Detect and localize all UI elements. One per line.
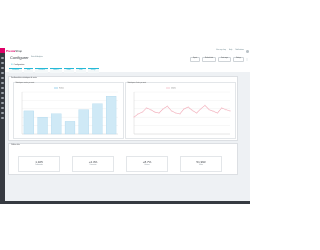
bar bbox=[92, 103, 103, 135]
point bbox=[187, 106, 189, 108]
point bbox=[208, 108, 210, 111]
tab-customers[interactable]: Customers bbox=[35, 68, 49, 73]
footer-bar bbox=[5, 201, 250, 204]
stat-value: 51,993 bbox=[196, 159, 206, 164]
sidebar-icon-advanced[interactable] bbox=[1, 117, 4, 119]
tab-dashboard[interactable]: Dashboard bbox=[9, 68, 22, 73]
breadcrumb[interactable]: Stats & Analytics bbox=[31, 57, 43, 58]
sidebar-icon-settings[interactable] bbox=[1, 112, 4, 114]
tab-products[interactable]: Products bbox=[50, 68, 62, 73]
date-range-button[interactable]: Date range bbox=[218, 57, 231, 62]
point bbox=[183, 108, 185, 110]
point bbox=[225, 108, 227, 111]
point bbox=[133, 116, 135, 118]
bar bbox=[78, 109, 89, 135]
legend-label: Ventes bbox=[59, 87, 64, 90]
point bbox=[204, 104, 206, 107]
point bbox=[170, 110, 173, 112]
point bbox=[154, 111, 156, 113]
key-figures-card: Chiffres clés 1,325 Commandes +2.3% Conv… bbox=[8, 143, 238, 175]
card-title: Dashboard des statistiques de vente bbox=[11, 77, 37, 79]
tabs-row: ⚙Configuration Dashboard Sales Customers… bbox=[5, 64, 250, 73]
sidebar-icon-orders[interactable] bbox=[1, 62, 4, 64]
legend-swatch bbox=[54, 87, 58, 89]
point bbox=[212, 110, 214, 112]
stat-value: 1,325 bbox=[35, 159, 43, 164]
sidebar-icon-modules[interactable] bbox=[1, 87, 4, 89]
sidebar-icon-messages[interactable] bbox=[1, 77, 4, 79]
point bbox=[175, 112, 177, 114]
stat-label: Ventes bbox=[198, 165, 204, 166]
point bbox=[200, 108, 202, 110]
point bbox=[158, 112, 160, 114]
sidebar-icon-dashboard[interactable] bbox=[1, 57, 4, 59]
export-button[interactable]: Export bbox=[190, 57, 201, 62]
stat-label: Visiteurs bbox=[144, 165, 150, 166]
legend-label: Clients bbox=[171, 87, 176, 90]
bar-chart: Ventes bbox=[21, 87, 118, 135]
stat-label: Commandes bbox=[35, 165, 43, 166]
point bbox=[195, 112, 198, 114]
sidebar-icon-customers[interactable] bbox=[1, 72, 4, 74]
menu-icon[interactable]: ⋮ bbox=[245, 57, 249, 61]
gear-icon: ⚙ bbox=[11, 64, 13, 66]
card-title: Chiffres clés bbox=[11, 144, 20, 146]
tabs-heading: ⚙Configuration bbox=[11, 64, 24, 68]
header-toolbar: Export Refresh data Date range Settings bbox=[190, 57, 244, 62]
bar bbox=[37, 117, 48, 135]
sidebar-icon-shipping[interactable] bbox=[1, 97, 4, 99]
point bbox=[221, 107, 223, 109]
sidebar-icon-payment[interactable] bbox=[1, 102, 4, 104]
stat-tile: 1,325 Commandes bbox=[18, 156, 60, 172]
tab-orders[interactable]: Orders bbox=[63, 68, 74, 73]
settings-button[interactable]: Settings bbox=[232, 57, 244, 62]
stat-value: +2.3% bbox=[88, 159, 98, 164]
bar bbox=[64, 121, 76, 135]
tab-settings[interactable]: Settings bbox=[87, 68, 99, 73]
line-chart: Clients bbox=[133, 87, 231, 135]
sidebar-icon-stats[interactable] bbox=[1, 82, 4, 84]
app-window: PrestaShop View my shop Help Notificatio… bbox=[0, 48, 250, 204]
page-title: Configurer bbox=[10, 55, 29, 60]
sidebar-icon-international[interactable] bbox=[1, 107, 4, 109]
sales-dashboard-card: Dashboard des statistiques de vente Stat… bbox=[8, 76, 238, 141]
point bbox=[162, 108, 164, 110]
point bbox=[229, 110, 231, 112]
tab-sales[interactable]: Sales bbox=[23, 68, 34, 73]
point bbox=[150, 108, 152, 111]
point bbox=[137, 113, 139, 115]
point bbox=[166, 105, 169, 107]
stat-tile: +8.7% Visiteurs bbox=[126, 156, 168, 172]
tab-traffic[interactable]: Traffic bbox=[75, 68, 86, 73]
point bbox=[191, 109, 194, 112]
avatar[interactable] bbox=[246, 49, 249, 53]
series-line bbox=[133, 105, 231, 118]
stat-value: +8.7% bbox=[142, 159, 152, 164]
line-chart-panel: Statistiques clients par mois Clients bbox=[125, 82, 236, 139]
bar bbox=[23, 110, 34, 135]
stat-label: Conversion bbox=[89, 165, 97, 166]
tabs-title: Configuration bbox=[13, 64, 25, 66]
point bbox=[179, 113, 181, 115]
refresh-button[interactable]: Refresh data bbox=[202, 57, 217, 62]
tabs: Dashboard Sales Customers Products Order… bbox=[9, 68, 99, 73]
bar-chart-panel: Statistiques ventes par mois Ventes bbox=[13, 82, 124, 139]
sidebar-icon-catalog[interactable] bbox=[1, 67, 4, 69]
point bbox=[145, 107, 148, 109]
sidebar-icon-design[interactable] bbox=[1, 92, 4, 94]
stat-tile: 51,993 Ventes bbox=[180, 156, 222, 172]
point bbox=[216, 112, 219, 114]
bar bbox=[51, 113, 62, 135]
bar bbox=[106, 96, 117, 135]
stat-tile: +2.3% Conversion bbox=[72, 156, 114, 172]
point bbox=[141, 111, 143, 113]
